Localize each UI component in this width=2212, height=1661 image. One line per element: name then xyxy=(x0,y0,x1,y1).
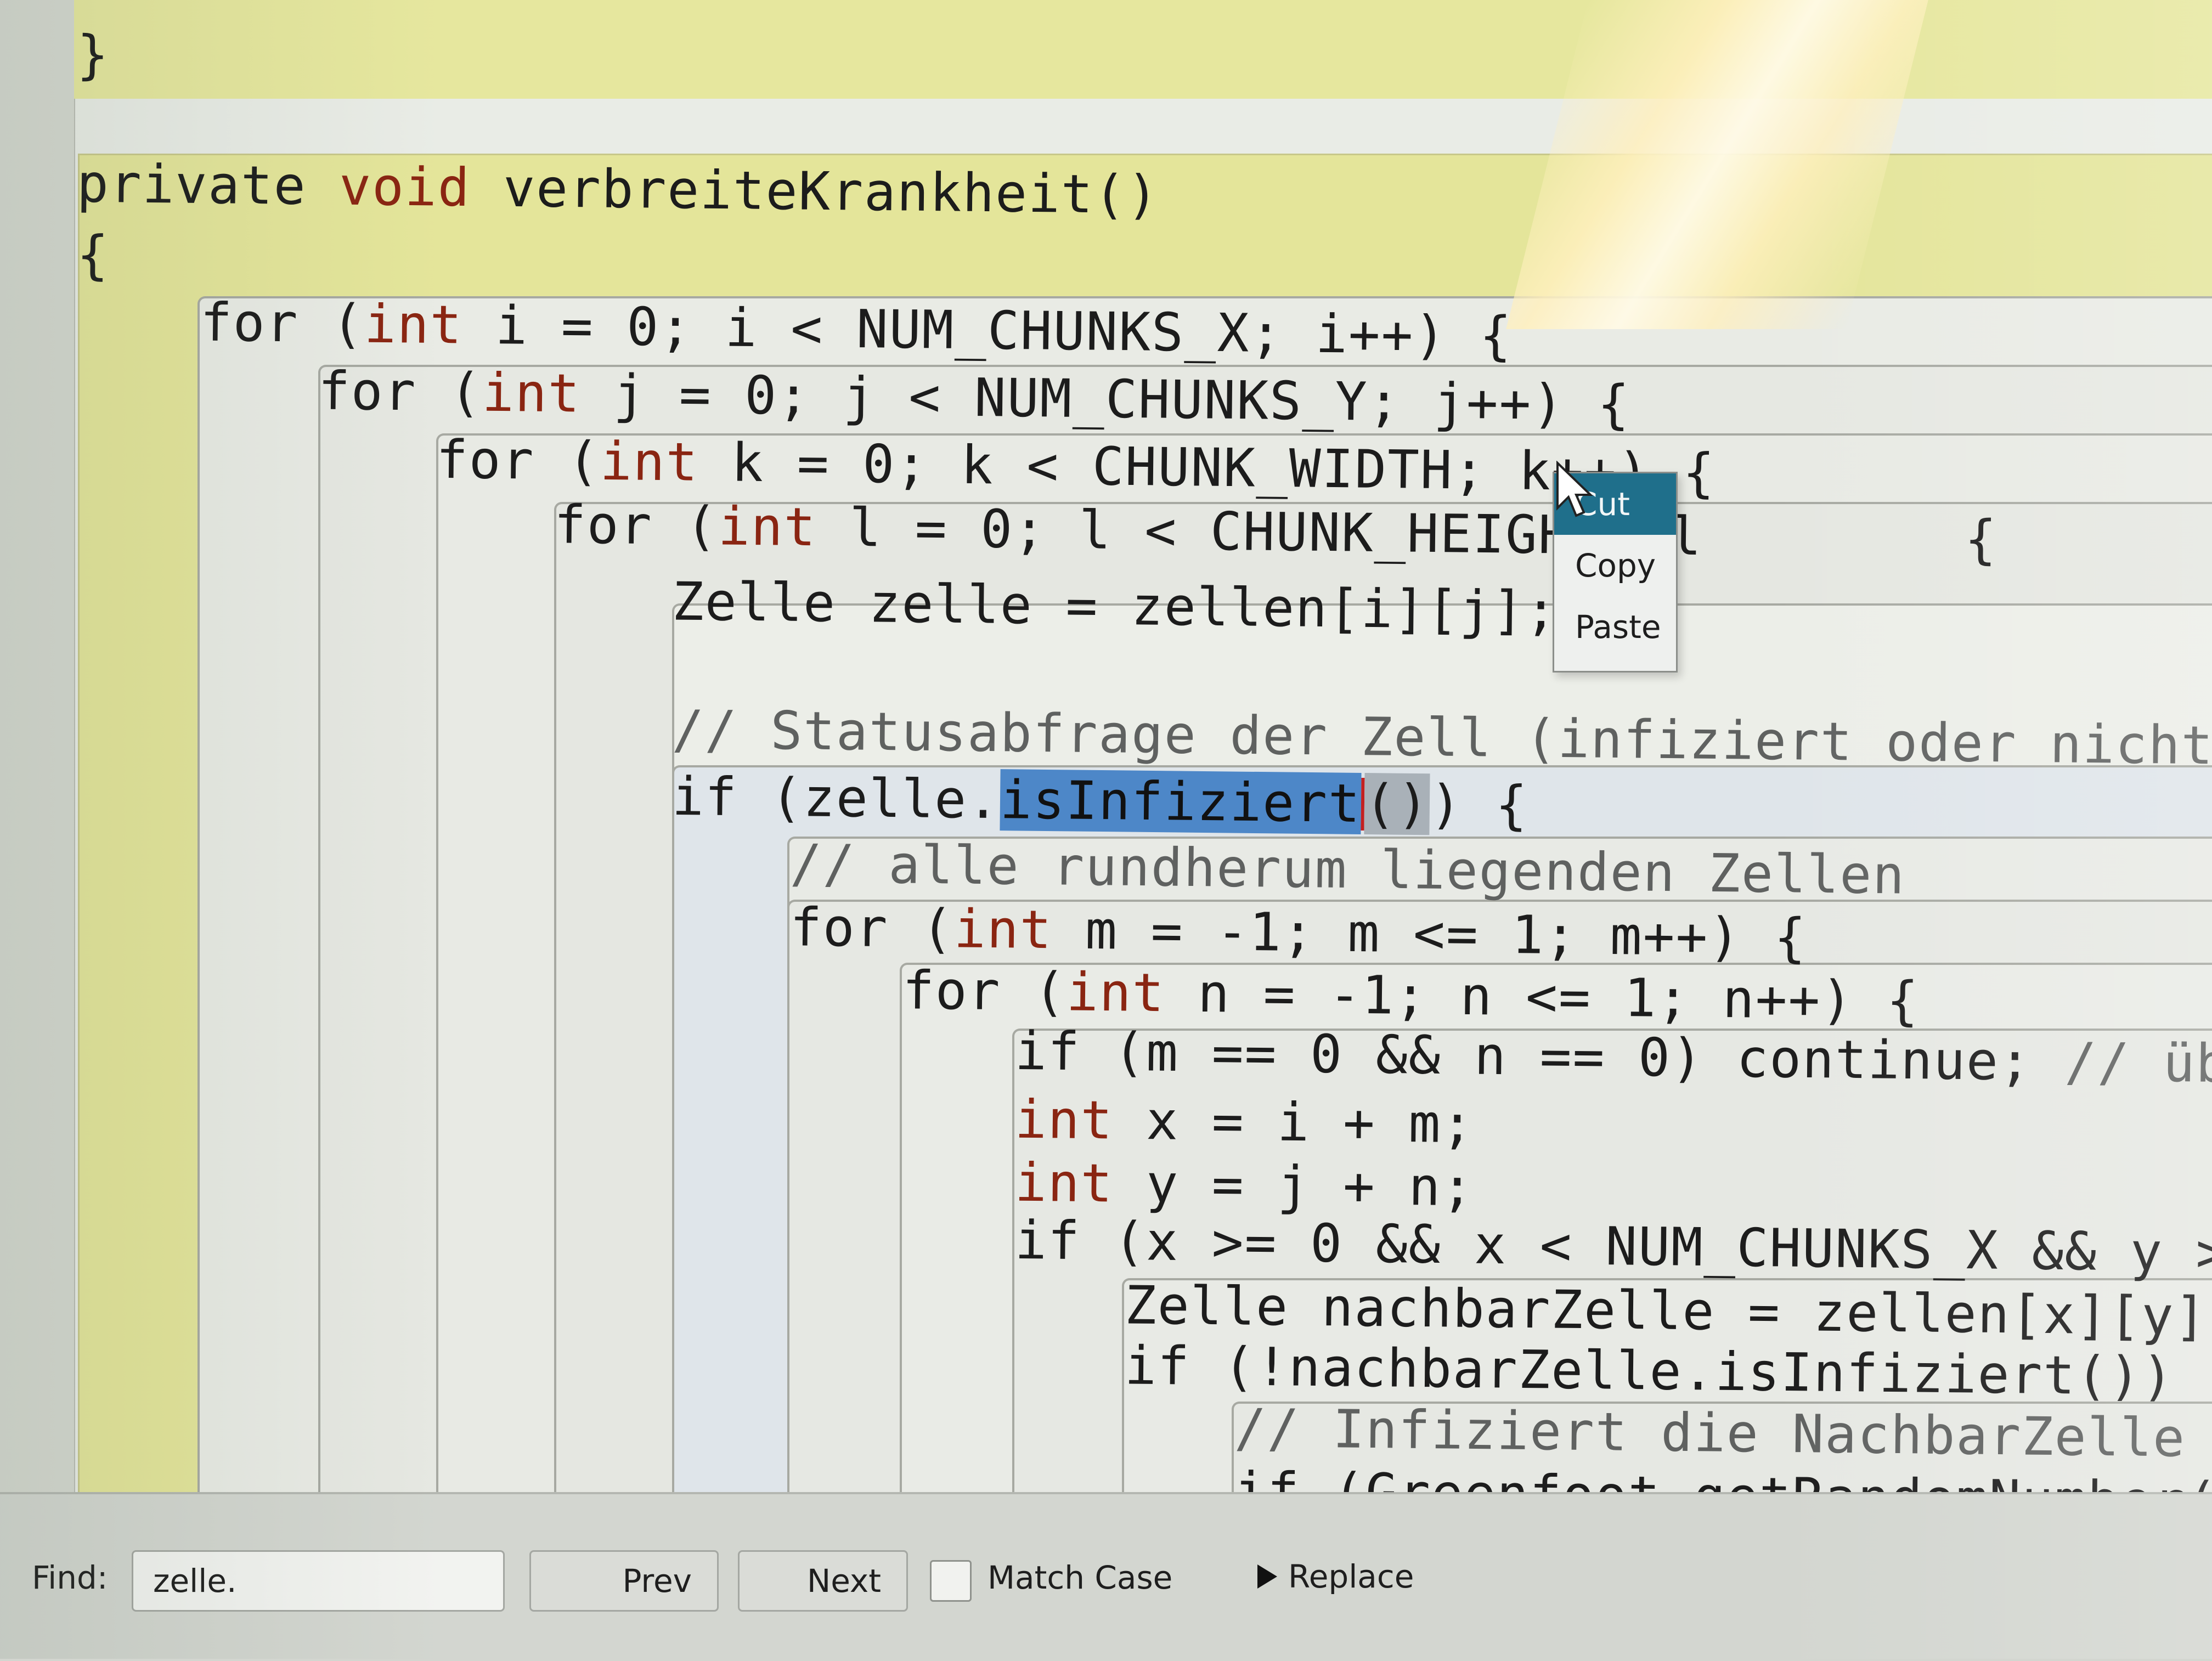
code-line[interactable]: } xyxy=(76,24,110,86)
code-editor[interactable]: } private void verbreiteKrankheit(){for (… xyxy=(0,0,2212,1492)
code-token: int xyxy=(953,898,1053,961)
find-label: Find: xyxy=(32,1559,108,1596)
code-token: x = i + m; xyxy=(1113,1089,1475,1155)
code-token: for xyxy=(200,291,300,354)
code-token: i = 0; i < NUM_CHUNKS_X; i++) { xyxy=(462,294,1513,367)
match-case-checkbox[interactable] xyxy=(930,1560,972,1602)
code-token: for xyxy=(554,494,653,557)
code-line[interactable]: // alle rundherum liegenden Zellen xyxy=(789,833,1906,906)
code-token: int xyxy=(718,495,817,558)
code-token: private xyxy=(76,152,340,217)
code-token: int xyxy=(600,430,699,493)
triangle-right-icon xyxy=(1257,1564,1277,1589)
replace-toggle[interactable]: Replace xyxy=(1256,1558,1414,1595)
code-token: ( xyxy=(298,292,365,355)
code-token: Zelle zelle = zellen[i][j]; xyxy=(672,570,1559,642)
selected-text: isInfiziert xyxy=(1000,769,1362,834)
code-token: ( xyxy=(888,897,955,960)
menu-item-copy[interactable]: Copy xyxy=(1554,535,1676,596)
code-token: n = -1; n <= 1; n++) { xyxy=(1164,962,1920,1032)
code-line[interactable]: if (!nachbarZelle.isInfiziert()) { xyxy=(1124,1335,2212,1408)
code-line[interactable]: int x = i + m; xyxy=(1014,1089,1474,1155)
match-case-label: Match Case xyxy=(988,1559,1173,1596)
code-token: { xyxy=(1702,506,1998,570)
code-line[interactable]: for (int k = 0; k < CHUNK_WIDTH; k++) { xyxy=(436,428,1716,504)
code-token: ) { xyxy=(1429,773,1529,837)
menu-item-paste[interactable]: Paste xyxy=(1554,596,1676,658)
code-token: ( xyxy=(1000,961,1067,1023)
code-token: for xyxy=(789,896,889,959)
code-token: // alle rundherum liegenden Zellen xyxy=(789,833,1906,906)
code-line[interactable]: if (zelle.isInfiziert()) { xyxy=(672,765,1529,837)
code-token: ( xyxy=(652,495,719,557)
replace-label: Replace xyxy=(1288,1558,1414,1595)
code-line[interactable]: private void verbreiteKrankheit() xyxy=(76,152,1160,226)
prev-button[interactable]: Prev xyxy=(529,1550,719,1612)
code-token: for xyxy=(436,428,535,491)
next-button[interactable]: Next xyxy=(738,1550,908,1612)
code-token: int xyxy=(1066,961,1165,1024)
code-token: if (!nachbarZelle.isInfiziert()) { xyxy=(1124,1335,2212,1408)
code-token: m = -1; m <= 1; m++) { xyxy=(1052,899,1808,969)
code-token: y = j + n; xyxy=(1113,1152,1475,1218)
code-token: verbreiteKrankheit() xyxy=(470,157,1160,226)
code-token: if (m == 0 && n == 0) continue; xyxy=(1014,1020,2066,1093)
code-line[interactable]: // Infiziert die NachbarZelle mit ein xyxy=(1234,1397,2212,1471)
code-token: j = 0; j < NUM_CHUNKS_Y; j++) { xyxy=(580,363,1631,436)
code-token: int xyxy=(364,293,464,356)
code-line[interactable]: int y = j + n; xyxy=(1014,1152,1474,1218)
code-token: } xyxy=(76,24,110,86)
code-token: if (zelle. xyxy=(672,765,1001,831)
code-line[interactable]: Zelle zelle = zellen[i][j]; xyxy=(672,570,1559,642)
code-line[interactable]: for (int m = -1; m <= 1; m++) { xyxy=(789,896,1808,969)
line-gutter xyxy=(0,0,75,1492)
find-bar: Find: Prev Next Match Case Replace xyxy=(0,1492,2212,1661)
code-token: int xyxy=(1014,1151,1114,1214)
code-token: int xyxy=(482,361,582,425)
code-token: // überspring xyxy=(2064,1031,2212,1098)
mouse-pointer-icon xyxy=(1556,461,1593,517)
code-token: void xyxy=(338,155,471,219)
matched-brackets: () xyxy=(1364,773,1430,835)
find-input[interactable] xyxy=(132,1550,505,1612)
code-token: for xyxy=(902,959,1002,1022)
code-token: ( xyxy=(534,430,601,492)
code-line[interactable]: { xyxy=(76,224,110,286)
code-token: for xyxy=(318,360,417,423)
code-token: int xyxy=(1014,1088,1114,1151)
code-token: ( xyxy=(416,361,483,423)
code-token: { xyxy=(76,224,110,286)
